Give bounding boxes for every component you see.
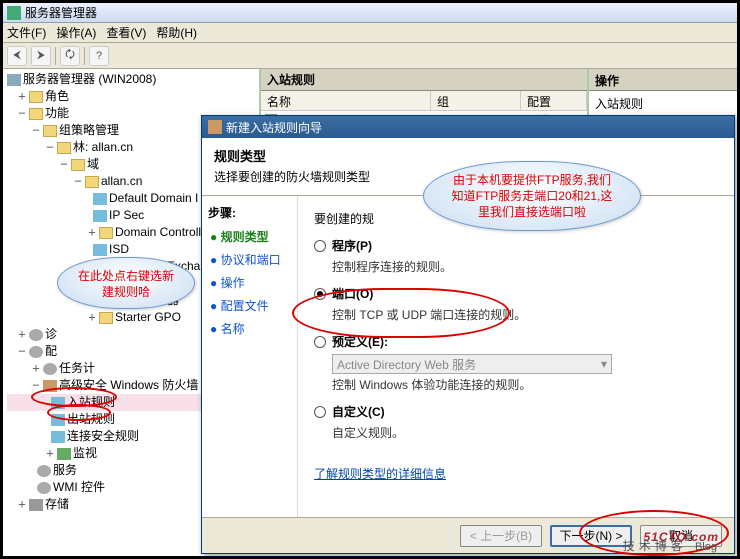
- learn-more-link[interactable]: 了解规则类型的详细信息: [314, 465, 446, 482]
- option-custom[interactable]: 自定义(C): [314, 403, 718, 420]
- step-action[interactable]: ● 操作: [208, 271, 291, 294]
- actions-header: 操作: [589, 69, 737, 91]
- next-button[interactable]: 下一步(N) >: [550, 525, 632, 547]
- wizard-main: 要创建的规 程序(P) 控制程序连接的规则。 端口(O) 控制 TCP 或 UD…: [298, 196, 734, 517]
- actions-section: 入站规则: [589, 91, 737, 117]
- menu-bar: 文件(F) 操作(A) 查看(V) 帮助(H): [3, 23, 737, 43]
- col-group[interactable]: 组: [431, 91, 521, 110]
- chevron-down-icon: ▾: [601, 357, 607, 371]
- wizard-title: 新建入站规则向导: [226, 119, 322, 136]
- back-button[interactable]: ⮜: [7, 46, 27, 66]
- help-button[interactable]: ?: [89, 46, 109, 66]
- menu-view[interactable]: 查看(V): [106, 24, 146, 41]
- radio-port[interactable]: [314, 288, 326, 300]
- window-title: 服务器管理器: [25, 4, 97, 21]
- callout-right: 由于本机要提供FTP服务,我们 知道FTP服务走端口20和21,这 里我们直接选…: [423, 161, 641, 231]
- menu-file[interactable]: 文件(F): [7, 24, 46, 41]
- forward-button[interactable]: ⮞: [31, 46, 51, 66]
- col-profile[interactable]: 配置: [521, 91, 587, 110]
- menu-action[interactable]: 操作(A): [56, 24, 96, 41]
- radio-predefined[interactable]: [314, 336, 326, 348]
- callout-left: 在此处点右键选新 建规则哈: [57, 257, 195, 309]
- toolbar: ⮜ ⮞ 🗘 ?: [3, 43, 737, 69]
- wizard-titlebar: 新建入站规则向导: [202, 116, 734, 138]
- option-program[interactable]: 程序(P): [314, 237, 718, 254]
- column-headers: 名称 组 配置: [261, 91, 587, 111]
- step-profile[interactable]: ● 配置文件: [208, 294, 291, 317]
- tree-roles[interactable]: +角色: [7, 88, 259, 105]
- step-rule-type[interactable]: ● 规则类型: [208, 225, 291, 248]
- wizard-steps: 步骤: ● 规则类型 ● 协议和端口 ● 操作 ● 配置文件 ● 名称: [202, 196, 298, 517]
- window-titlebar: 服务器管理器: [3, 3, 737, 23]
- radio-custom[interactable]: [314, 406, 326, 418]
- back-button-wizard: < 上一步(B): [460, 525, 542, 547]
- watermark-sub: 技术博客 Blog: [623, 537, 717, 554]
- wizard-icon: [208, 120, 222, 134]
- option-predefined[interactable]: 预定义(E):: [314, 333, 718, 350]
- app-icon: [7, 6, 21, 20]
- wizard-heading: 规则类型: [214, 146, 722, 165]
- refresh-button[interactable]: 🗘: [60, 46, 80, 66]
- predefined-combo: Active Directory Web 服务▾: [332, 354, 612, 374]
- list-header: 入站规则: [261, 69, 587, 91]
- col-name[interactable]: 名称: [261, 91, 431, 110]
- option-port[interactable]: 端口(O): [314, 285, 718, 302]
- tree-root[interactable]: 服务器管理器 (WIN2008): [7, 71, 259, 88]
- step-name[interactable]: ● 名称: [208, 317, 291, 340]
- step-protocol[interactable]: ● 协议和端口: [208, 248, 291, 271]
- radio-program[interactable]: [314, 240, 326, 252]
- menu-help[interactable]: 帮助(H): [156, 24, 197, 41]
